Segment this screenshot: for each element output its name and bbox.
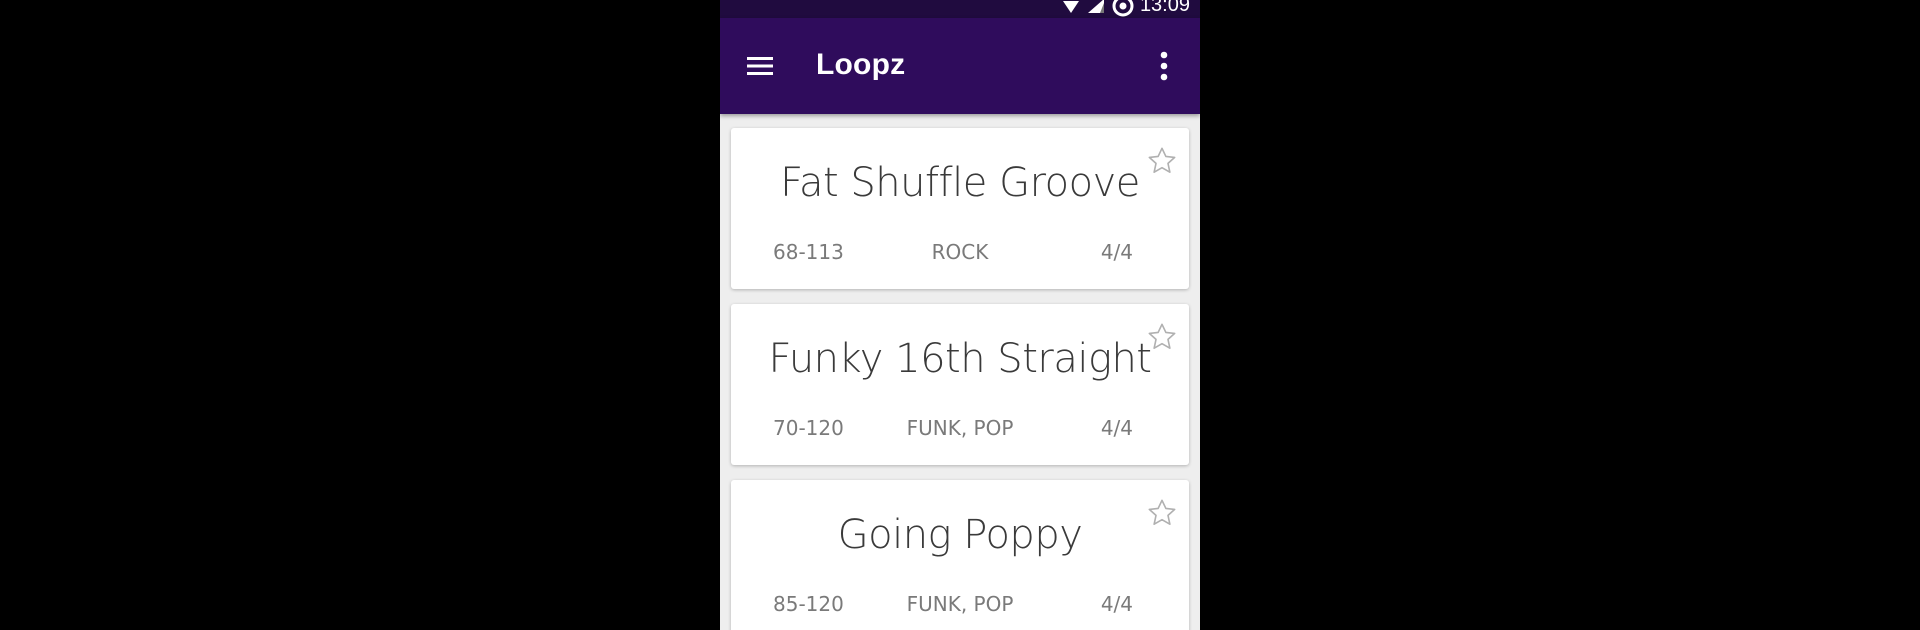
status-icons: 13:09 bbox=[1062, 0, 1190, 17]
app-bar: Loopz bbox=[720, 18, 1200, 114]
loop-card[interactable]: Funky 16th Straight 70-120 FUNK, POP 4/4 bbox=[731, 304, 1189, 465]
loop-card[interactable]: Going Poppy 85-120 FUNK, POP 4/4 bbox=[731, 480, 1189, 630]
hamburger-menu-icon bbox=[747, 57, 773, 75]
status-time: 13:09 bbox=[1139, 0, 1190, 16]
loop-card[interactable]: Fat Shuffle Groove 68-113 ROCK 4/4 bbox=[731, 128, 1189, 289]
loop-time-signature: 4/4 bbox=[1100, 240, 1133, 264]
wifi-icon bbox=[1062, 0, 1079, 13]
loop-title: Going Poppy bbox=[837, 512, 1083, 558]
loop-time-signature: 4/4 bbox=[1100, 416, 1133, 440]
star-outline-icon bbox=[1148, 499, 1176, 525]
star-outline-icon bbox=[1148, 147, 1176, 173]
menu-button[interactable] bbox=[740, 46, 780, 86]
star-outline-icon bbox=[1148, 323, 1176, 349]
signal-icon bbox=[1087, 0, 1104, 13]
favorite-button[interactable] bbox=[1143, 494, 1181, 532]
app-title: Loopz bbox=[816, 48, 906, 81]
battery-saver-icon bbox=[1112, 0, 1134, 16]
status-bar: 13:09 bbox=[720, 0, 1200, 18]
overflow-menu-button[interactable] bbox=[1144, 46, 1184, 86]
more-vert-icon bbox=[1160, 51, 1168, 81]
phone-screen: 13:09 Loopz Fat Shuffle Groove 68-113 RO… bbox=[720, 0, 1200, 630]
loop-title: Funky 16th Straight bbox=[768, 336, 1152, 382]
favorite-button[interactable] bbox=[1143, 318, 1181, 356]
loop-title: Fat Shuffle Groove bbox=[780, 160, 1140, 206]
favorite-button[interactable] bbox=[1143, 142, 1181, 180]
loop-time-signature: 4/4 bbox=[1100, 592, 1133, 616]
